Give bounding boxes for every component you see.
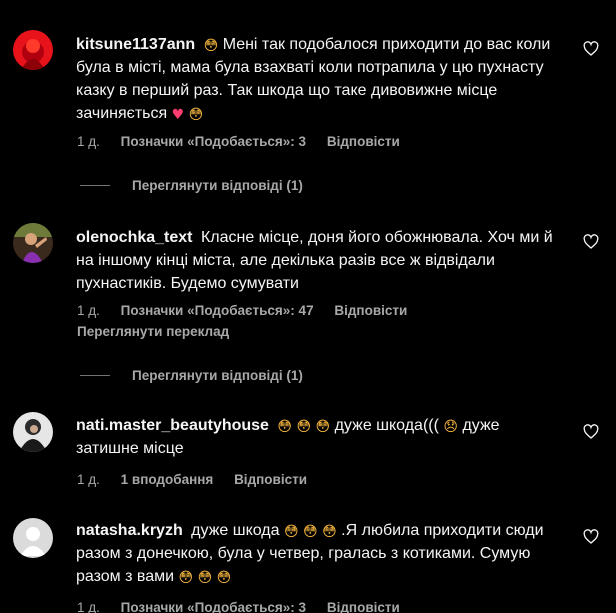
translate-button[interactable]: Переглянути переклад xyxy=(77,324,246,339)
pleading-face-emoji: 😳 xyxy=(203,38,219,54)
comment-body: дуже шкода xyxy=(191,522,280,539)
likes-count[interactable]: Позначки «Подобається»: 3 xyxy=(121,134,306,149)
divider xyxy=(80,375,110,376)
pleading-face-emoji: 😳 xyxy=(277,419,293,435)
comment-meta: 1 д. Позначки «Подобається»: 3 Відповіст… xyxy=(77,600,417,613)
view-replies-label: Переглянути відповіді (1) xyxy=(132,368,303,383)
timestamp[interactable]: 1 д. xyxy=(77,600,100,613)
comment-meta: 1 д. Позначки «Подобається»: 47 Відповіс… xyxy=(77,303,424,318)
avatar[interactable] xyxy=(13,518,53,558)
pleading-face-emoji: 😳 xyxy=(303,524,318,540)
username[interactable]: kitsune1137ann xyxy=(76,36,195,53)
username[interactable]: nati.master_beautyhouse xyxy=(76,417,269,434)
pleading-face-emoji: 😳 xyxy=(197,570,213,586)
translate-label: Переглянути переклад xyxy=(77,324,230,339)
username[interactable]: natasha.kryzh xyxy=(76,522,183,539)
timestamp[interactable]: 1 д. xyxy=(77,134,100,149)
comment-text: kitsune1137ann 😳 Мені так подобалося при… xyxy=(76,33,566,125)
pleading-face-emoji: 😳 xyxy=(216,570,232,586)
reply-button[interactable]: Відповісти xyxy=(334,303,407,318)
reply-button[interactable]: Відповісти xyxy=(234,472,307,487)
pleading-face-emoji: 😳 xyxy=(283,524,299,540)
pleading-face-emoji: 😳 xyxy=(178,570,194,586)
comment-body: дуже шкода((( xyxy=(334,417,439,434)
avatar[interactable] xyxy=(13,30,53,70)
username[interactable]: olenochka_text xyxy=(76,229,192,246)
likes-count[interactable]: Позначки «Подобається»: 3 xyxy=(121,600,306,613)
avatar[interactable] xyxy=(13,223,53,263)
pleading-face-emoji: 😳 xyxy=(315,419,331,435)
comment-meta: 1 д. 1 вподобання Відповісти xyxy=(77,472,324,487)
timestamp[interactable]: 1 д. xyxy=(77,303,100,318)
reply-button[interactable]: Відповісти xyxy=(327,600,400,613)
like-heart-icon[interactable] xyxy=(583,424,599,440)
comment-text: nati.master_beautyhouse 😳 😳 😳 дуже шкода… xyxy=(76,414,566,460)
view-replies-button[interactable]: Переглянути відповіді (1) xyxy=(80,178,303,193)
comment-text: olenochka_text Класне місце, доня його о… xyxy=(76,226,566,295)
pink-heart-emoji: ♥ xyxy=(171,107,185,123)
disappointed-face-emoji: 😞 xyxy=(443,419,458,435)
timestamp[interactable]: 1 д. xyxy=(77,472,100,487)
pleading-face-emoji: 😳 xyxy=(296,419,312,435)
avatar[interactable] xyxy=(13,412,53,452)
likes-count[interactable]: 1 вподобання xyxy=(121,472,214,487)
comment-meta: 1 д. Позначки «Подобається»: 3 Відповіст… xyxy=(77,134,417,149)
pleading-face-emoji: 😳 xyxy=(322,524,337,540)
reply-button[interactable]: Відповісти xyxy=(327,134,400,149)
likes-count[interactable]: Позначки «Подобається»: 47 xyxy=(121,303,314,318)
view-replies-button[interactable]: Переглянути відповіді (1) xyxy=(80,368,303,383)
comment-text: natasha.kryzh дуже шкода 😳 😳 😳 .Я любила… xyxy=(76,519,566,588)
view-replies-label: Переглянути відповіді (1) xyxy=(132,178,303,193)
comments-list: kitsune1137ann 😳 Мені так подобалося при… xyxy=(0,0,616,613)
like-heart-icon[interactable] xyxy=(583,234,599,250)
divider xyxy=(80,185,110,186)
like-heart-icon[interactable] xyxy=(583,41,599,57)
pleading-face-emoji: 😳 xyxy=(188,107,204,123)
like-heart-icon[interactable] xyxy=(583,529,599,545)
